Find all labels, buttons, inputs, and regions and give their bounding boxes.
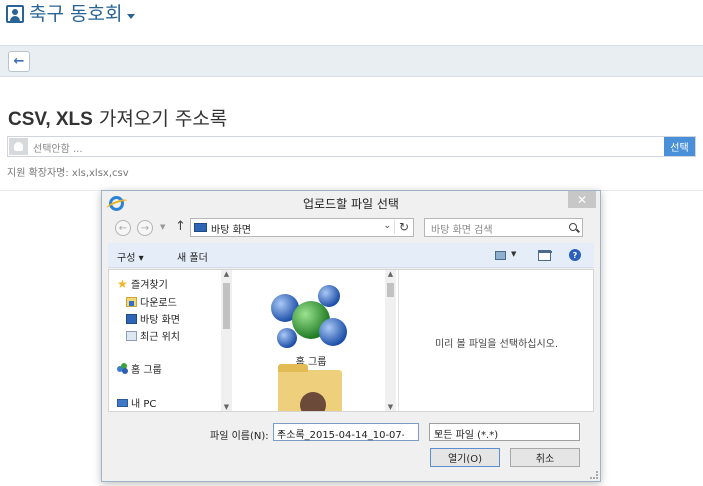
dialog-titlebar[interactable]: 업로드할 파일 선택 ✕ bbox=[102, 191, 600, 215]
dialog-panes: ★ 즐겨찾기 다운로드 바탕 화면 최근 위치 홈 그룹 내 PC ▲ ▼ 홈 … bbox=[108, 269, 594, 412]
tree-item-label: 최근 위치 bbox=[140, 332, 180, 343]
user-folder-icon[interactable] bbox=[278, 364, 342, 411]
search-icon bbox=[569, 223, 577, 231]
command-bar: 구성 ▾ 새 폴더 ▼ ? bbox=[108, 243, 594, 268]
tree-item-downloads[interactable]: 다운로드 bbox=[126, 294, 177, 309]
page-toolbar: ← bbox=[0, 45, 703, 77]
new-folder-button[interactable]: 새 폴더 bbox=[177, 249, 208, 264]
forward-nav-button[interactable]: → bbox=[137, 220, 153, 236]
file-picker-placeholder: 선택안함 ... bbox=[33, 144, 83, 155]
file-picker-field[interactable]: 선택안함 ... 선택 bbox=[7, 136, 696, 157]
app-title-dropdown[interactable]: 축구 동호회 bbox=[6, 2, 136, 26]
tree-item-label: 내 PC bbox=[131, 399, 157, 410]
page-title-prefix: CSV, XLS bbox=[8, 109, 93, 130]
tree-item-label: 바탕 화면 bbox=[140, 315, 180, 326]
select-file-button[interactable]: 선택 bbox=[664, 137, 695, 156]
back-button[interactable]: ← bbox=[8, 51, 30, 72]
filetype-select[interactable]: 모든 파일 (*.*) ⌄ bbox=[429, 423, 580, 441]
tree-item-favorites[interactable]: ★ 즐겨찾기 bbox=[117, 276, 168, 292]
filename-label: 파일 이름(N): bbox=[210, 431, 269, 442]
computer-icon bbox=[117, 398, 128, 407]
address-text: 바탕 화면 bbox=[211, 225, 251, 236]
address-bar[interactable]: 바탕 화면 ⌄ ↻ bbox=[190, 218, 414, 237]
navigation-tree: ★ 즐겨찾기 다운로드 바탕 화면 최근 위치 홈 그룹 내 PC bbox=[109, 270, 232, 411]
dialog-title: 업로드할 파일 선택 bbox=[303, 197, 399, 211]
preview-pane-icon[interactable] bbox=[538, 250, 552, 261]
up-arrow-icon[interactable]: ↑ bbox=[175, 219, 186, 234]
page-title: CSV, XLS 가져오기 주소록 bbox=[8, 104, 227, 131]
page-title-suffix: 가져오기 주소록 bbox=[92, 108, 228, 130]
homegroup-icon bbox=[117, 363, 128, 374]
tree-item-recent[interactable]: 최근 위치 bbox=[126, 328, 180, 343]
tree-item-pc[interactable]: 내 PC bbox=[117, 395, 156, 410]
dialog-nav-bar: ← → ▼ ↑ 바탕 화면 ⌄ ↻ 바탕 화면 검색 bbox=[102, 215, 600, 241]
caret-down-icon bbox=[127, 13, 136, 19]
help-icon[interactable]: ? bbox=[569, 249, 581, 261]
scroll-thumb[interactable] bbox=[387, 283, 394, 297]
cancel-button[interactable]: 취소 bbox=[510, 448, 580, 467]
filename-input[interactable]: 주소록_2015-04-14_10-07-49 ⌄ bbox=[273, 423, 419, 441]
file-list: 홈 그룹 bbox=[243, 270, 382, 411]
arrow-left-icon: ← bbox=[118, 222, 128, 234]
app-title-text: 축구 동호회 bbox=[29, 3, 123, 25]
tree-item-label: 홈 그룹 bbox=[131, 365, 162, 376]
scroll-up-icon[interactable]: ▲ bbox=[221, 270, 232, 278]
file-upload-dialog: 업로드할 파일 선택 ✕ ← → ▼ ↑ 바탕 화면 ⌄ ↻ 바탕 화면 검색 … bbox=[101, 190, 601, 482]
scroll-down-icon[interactable]: ▼ bbox=[385, 403, 396, 411]
homegroup-item[interactable]: 홈 그룹 bbox=[243, 270, 382, 368]
back-nav-button[interactable]: ← bbox=[115, 220, 131, 236]
scroll-thumb[interactable] bbox=[223, 283, 230, 329]
view-options-icon[interactable] bbox=[495, 251, 506, 260]
open-button[interactable]: 열기(O) bbox=[430, 448, 500, 467]
desktop-icon bbox=[126, 313, 137, 324]
user-card-icon bbox=[6, 5, 24, 23]
tree-scrollbar[interactable]: ▲ ▼ bbox=[221, 270, 232, 411]
desktop-icon bbox=[194, 223, 207, 232]
refresh-icon[interactable]: ↻ bbox=[393, 220, 409, 234]
preview-pane: 미리 볼 파일을 선택하십시오. bbox=[398, 270, 593, 411]
tree-item-label: 다운로드 bbox=[140, 298, 177, 309]
organize-menu[interactable]: 구성 ▾ bbox=[117, 249, 144, 264]
tree-item-homegroup[interactable]: 홈 그룹 bbox=[117, 361, 162, 376]
search-placeholder: 바탕 화면 검색 bbox=[431, 225, 493, 236]
app-header: 축구 동호회 bbox=[0, 0, 703, 32]
chevron-down-icon[interactable]: ⌄ bbox=[277, 426, 404, 437]
downloads-folder-icon bbox=[126, 296, 137, 307]
view-dropdown-icon[interactable]: ▼ bbox=[511, 250, 516, 258]
chevron-down-icon[interactable]: ⌄ bbox=[383, 221, 391, 231]
tree-item-desktop[interactable]: 바탕 화면 bbox=[126, 311, 180, 326]
chevron-down-icon: ⌄ bbox=[434, 426, 443, 437]
arrow-left-icon: ← bbox=[13, 54, 25, 69]
file-list-scrollbar[interactable]: ▲ ▼ bbox=[385, 270, 396, 411]
recent-locations-chevron-icon[interactable]: ▼ bbox=[160, 223, 165, 231]
tree-item-label: 즐겨찾기 bbox=[131, 280, 168, 291]
recent-places-icon bbox=[126, 330, 137, 341]
preview-message: 미리 볼 파일을 선택하십시오. bbox=[434, 339, 559, 350]
user-placeholder-icon bbox=[9, 138, 28, 155]
scroll-down-icon[interactable]: ▼ bbox=[221, 403, 232, 411]
dialog-close-button[interactable]: ✕ bbox=[568, 191, 596, 208]
arrow-right-icon: → bbox=[140, 222, 150, 234]
search-input[interactable]: 바탕 화면 검색 bbox=[424, 218, 583, 237]
supported-extensions-label: 지원 확장자명: xls,xlsx,csv bbox=[7, 168, 129, 179]
star-icon: ★ bbox=[117, 276, 128, 291]
resize-grip[interactable] bbox=[590, 471, 598, 479]
scroll-up-icon[interactable]: ▲ bbox=[385, 270, 396, 278]
